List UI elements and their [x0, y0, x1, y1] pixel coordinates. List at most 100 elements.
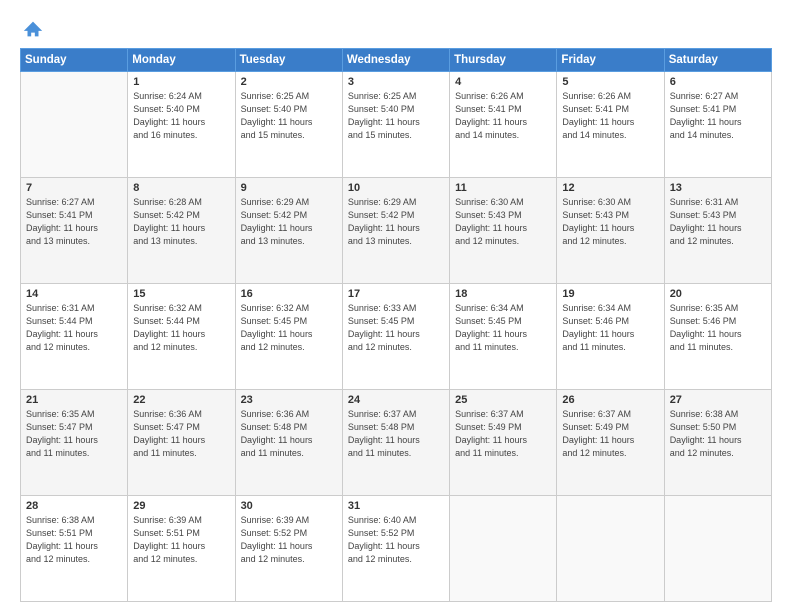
page: SundayMondayTuesdayWednesdayThursdayFrid… [0, 0, 792, 612]
day-info: Sunrise: 6:36 AM Sunset: 5:47 PM Dayligh… [133, 408, 229, 460]
day-info: Sunrise: 6:31 AM Sunset: 5:44 PM Dayligh… [26, 302, 122, 354]
day-number: 8 [133, 182, 229, 194]
day-info: Sunrise: 6:27 AM Sunset: 5:41 PM Dayligh… [26, 196, 122, 248]
day-number: 19 [562, 288, 658, 300]
calendar-cell: 3Sunrise: 6:25 AM Sunset: 5:40 PM Daylig… [342, 72, 449, 178]
calendar-cell: 2 Sunrise: 6:25 AM Sunset: 5:40 PM Daylig… [235, 72, 342, 178]
day-number: 1 [133, 76, 229, 88]
day-number: 28 [26, 500, 122, 512]
header [20, 18, 772, 40]
calendar-header-row: SundayMondayTuesdayWednesdayThursdayFrid… [21, 49, 772, 72]
logo-text [20, 18, 44, 40]
day-number: 2 [241, 76, 337, 88]
day-number: 22 [133, 394, 229, 406]
day-info: Sunrise: 6:33 AM Sunset: 5:45 PM Dayligh… [348, 302, 444, 354]
calendar-week-4: 21Sunrise: 6:35 AM Sunset: 5:47 PM Dayli… [21, 390, 772, 496]
calendar-cell: 23Sunrise: 6:36 AM Sunset: 5:48 PM Dayli… [235, 390, 342, 496]
calendar-cell: 27 Sunrise: 6:38 AM Sunset: 5:50 PM Dayli… [664, 390, 771, 496]
calendar-cell: 8 Sunrise: 6:28 AM Sunset: 5:42 PM Daylig… [128, 178, 235, 284]
day-number: 9 [241, 182, 337, 194]
day-info: Sunrise: 6:29 AM Sunset: 5:42 PM Dayligh… [348, 196, 444, 248]
calendar-cell: 5Sunrise: 6:26 AM Sunset: 5:41 PM Daylig… [557, 72, 664, 178]
calendar-cell: 22 Sunrise: 6:36 AM Sunset: 5:47 PM Dayli… [128, 390, 235, 496]
day-info: Sunrise: 6:34 AM Sunset: 5:45 PM Dayligh… [455, 302, 551, 354]
calendar-cell: 20Sunrise: 6:35 AM Sunset: 5:46 PM Dayli… [664, 284, 771, 390]
day-number: 12 [562, 182, 658, 194]
day-info: Sunrise: 6:38 AM Sunset: 5:50 PM Dayligh… [670, 408, 766, 460]
day-number: 20 [670, 288, 766, 300]
calendar-cell: 31 Sunrise: 6:40 AM Sunset: 5:52 PM Dayli… [342, 496, 449, 602]
day-number: 11 [455, 182, 551, 194]
calendar-week-1: 1 Sunrise: 6:24 AM Sunset: 5:40 PM Daylig… [21, 72, 772, 178]
day-info: Sunrise: 6:27 AM Sunset: 5:41 PM Dayligh… [670, 90, 766, 142]
calendar-cell: 7 Sunrise: 6:27 AM Sunset: 5:41 PM Daylig… [21, 178, 128, 284]
day-number: 16 [241, 288, 337, 300]
day-info: Sunrise: 6:37 AM Sunset: 5:49 PM Dayligh… [455, 408, 551, 460]
day-info: Sunrise: 6:40 AM Sunset: 5:52 PM Dayligh… [348, 514, 444, 566]
calendar-week-5: 28 Sunrise: 6:38 AM Sunset: 5:51 PM Dayli… [21, 496, 772, 602]
header-saturday: Saturday [664, 49, 771, 72]
header-friday: Friday [557, 49, 664, 72]
calendar-cell: 17 Sunrise: 6:33 AM Sunset: 5:45 PM Dayli… [342, 284, 449, 390]
calendar-cell: 12 Sunrise: 6:30 AM Sunset: 5:43 PM Dayli… [557, 178, 664, 284]
header-thursday: Thursday [450, 49, 557, 72]
calendar-cell: 10 Sunrise: 6:29 AM Sunset: 5:42 PM Dayli… [342, 178, 449, 284]
calendar-week-3: 14 Sunrise: 6:31 AM Sunset: 5:44 PM Dayli… [21, 284, 772, 390]
day-number: 10 [348, 182, 444, 194]
day-info: Sunrise: 6:26 AM Sunset: 5:41 PM Dayligh… [455, 90, 551, 142]
day-number: 31 [348, 500, 444, 512]
day-info: Sunrise: 6:32 AM Sunset: 5:44 PM Dayligh… [133, 302, 229, 354]
calendar-cell: 28 Sunrise: 6:38 AM Sunset: 5:51 PM Dayli… [21, 496, 128, 602]
calendar-cell [450, 496, 557, 602]
header-tuesday: Tuesday [235, 49, 342, 72]
day-number: 30 [241, 500, 337, 512]
calendar-cell: 25 Sunrise: 6:37 AM Sunset: 5:49 PM Dayli… [450, 390, 557, 496]
day-info: Sunrise: 6:39 AM Sunset: 5:51 PM Dayligh… [133, 514, 229, 566]
calendar-cell: 13 Sunrise: 6:31 AM Sunset: 5:43 PM Dayli… [664, 178, 771, 284]
day-number: 26 [562, 394, 658, 406]
calendar-cell: 24 Sunrise: 6:37 AM Sunset: 5:48 PM Dayli… [342, 390, 449, 496]
calendar-week-2: 7 Sunrise: 6:27 AM Sunset: 5:41 PM Daylig… [21, 178, 772, 284]
calendar-cell: 19 Sunrise: 6:34 AM Sunset: 5:46 PM Dayli… [557, 284, 664, 390]
day-number: 25 [455, 394, 551, 406]
day-number: 7 [26, 182, 122, 194]
day-number: 14 [26, 288, 122, 300]
calendar-cell: 9 Sunrise: 6:29 AM Sunset: 5:42 PM Daylig… [235, 178, 342, 284]
day-number: 18 [455, 288, 551, 300]
calendar-cell: 21Sunrise: 6:35 AM Sunset: 5:47 PM Dayli… [21, 390, 128, 496]
day-info: Sunrise: 6:35 AM Sunset: 5:47 PM Dayligh… [26, 408, 122, 460]
day-number: 13 [670, 182, 766, 194]
calendar-cell: 15 Sunrise: 6:32 AM Sunset: 5:44 PM Dayli… [128, 284, 235, 390]
calendar-table: SundayMondayTuesdayWednesdayThursdayFrid… [20, 48, 772, 602]
day-number: 17 [348, 288, 444, 300]
calendar-cell: 18 Sunrise: 6:34 AM Sunset: 5:45 PM Dayli… [450, 284, 557, 390]
day-info: Sunrise: 6:37 AM Sunset: 5:48 PM Dayligh… [348, 408, 444, 460]
day-info: Sunrise: 6:38 AM Sunset: 5:51 PM Dayligh… [26, 514, 122, 566]
day-info: Sunrise: 6:31 AM Sunset: 5:43 PM Dayligh… [670, 196, 766, 248]
logo-icon [22, 18, 44, 40]
day-info: Sunrise: 6:32 AM Sunset: 5:45 PM Dayligh… [241, 302, 337, 354]
day-info: Sunrise: 6:30 AM Sunset: 5:43 PM Dayligh… [562, 196, 658, 248]
day-number: 27 [670, 394, 766, 406]
day-number: 6 [670, 76, 766, 88]
calendar-cell: 6 Sunrise: 6:27 AM Sunset: 5:41 PM Daylig… [664, 72, 771, 178]
day-number: 15 [133, 288, 229, 300]
day-info: Sunrise: 6:39 AM Sunset: 5:52 PM Dayligh… [241, 514, 337, 566]
day-info: Sunrise: 6:24 AM Sunset: 5:40 PM Dayligh… [133, 90, 229, 142]
calendar-cell [21, 72, 128, 178]
day-info: Sunrise: 6:26 AM Sunset: 5:41 PM Dayligh… [562, 90, 658, 142]
day-number: 24 [348, 394, 444, 406]
day-info: Sunrise: 6:28 AM Sunset: 5:42 PM Dayligh… [133, 196, 229, 248]
day-info: Sunrise: 6:37 AM Sunset: 5:49 PM Dayligh… [562, 408, 658, 460]
day-info: Sunrise: 6:25 AM Sunset: 5:40 PM Dayligh… [241, 90, 337, 142]
calendar-cell: 14 Sunrise: 6:31 AM Sunset: 5:44 PM Dayli… [21, 284, 128, 390]
calendar-cell: 26 Sunrise: 6:37 AM Sunset: 5:49 PM Dayli… [557, 390, 664, 496]
calendar-cell: 4 Sunrise: 6:26 AM Sunset: 5:41 PM Daylig… [450, 72, 557, 178]
day-number: 29 [133, 500, 229, 512]
header-monday: Monday [128, 49, 235, 72]
calendar-cell [557, 496, 664, 602]
day-info: Sunrise: 6:34 AM Sunset: 5:46 PM Dayligh… [562, 302, 658, 354]
day-number: 4 [455, 76, 551, 88]
calendar-cell: 16 Sunrise: 6:32 AM Sunset: 5:45 PM Dayli… [235, 284, 342, 390]
day-info: Sunrise: 6:29 AM Sunset: 5:42 PM Dayligh… [241, 196, 337, 248]
